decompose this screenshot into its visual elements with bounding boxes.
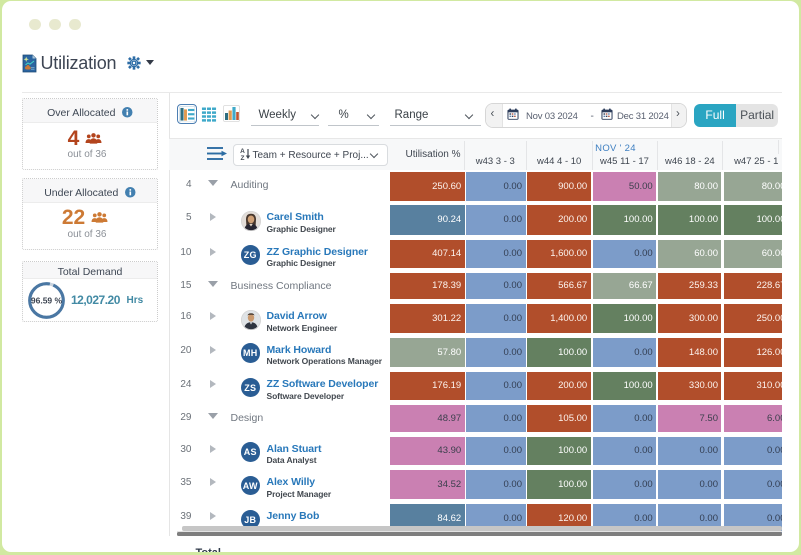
svg-text:A: A xyxy=(240,148,245,155)
svg-text:Z: Z xyxy=(240,155,244,161)
svg-text:96.59 %: 96.59 % xyxy=(31,296,63,306)
